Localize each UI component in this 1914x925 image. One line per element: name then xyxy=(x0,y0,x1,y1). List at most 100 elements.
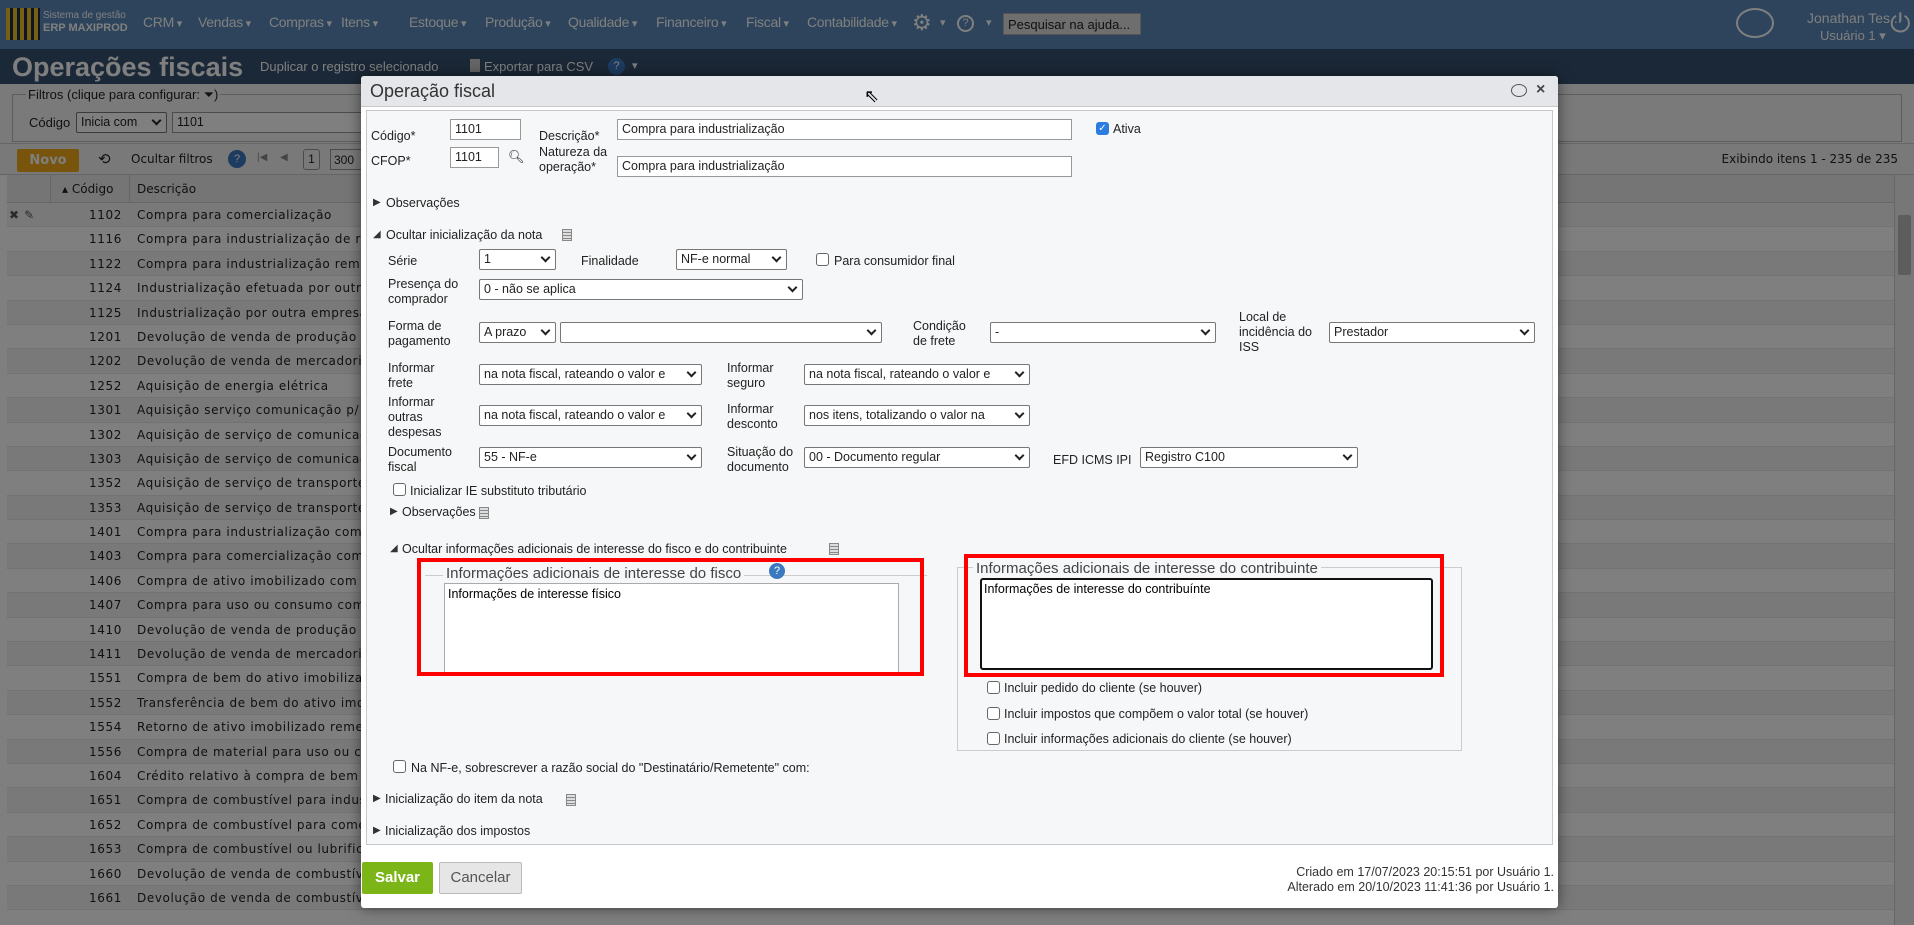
ie-st-label: Inicializar IE substituto tributário xyxy=(410,484,587,498)
dialog-titlebar[interactable]: Operação fiscal × xyxy=(361,76,1558,107)
operacao-fiscal-dialog: Operação fiscal × Código* 1101 Descrição… xyxy=(361,76,1558,908)
note-icon[interactable] xyxy=(479,507,489,519)
highlight-box xyxy=(964,554,1444,677)
condicao-frete-label: Condição de frete xyxy=(913,319,966,348)
chevron-down-icon xyxy=(1200,325,1211,336)
efd-label: EFD ICMS IPI xyxy=(1053,453,1132,467)
chevron-down-icon xyxy=(540,252,551,263)
audit-info: Criado em 17/07/2023 20:15:51 por Usuári… xyxy=(1287,865,1554,895)
condicao-pagamento-select[interactable] xyxy=(560,322,882,343)
documento-fiscal-value: 55 - NF-e xyxy=(484,450,537,464)
chevron-down-icon xyxy=(540,325,551,336)
finalidade-label: Finalidade xyxy=(581,254,639,268)
local-iss-label: Local de incidência do ISS xyxy=(1239,310,1312,354)
situacao-label: Situação do documento xyxy=(727,445,794,474)
situacao-value: 00 - Documento regular xyxy=(809,450,941,464)
dialog-title: Operação fiscal xyxy=(370,81,496,101)
seguro-select[interactable]: na nota fiscal, rateando o valor e xyxy=(804,364,1030,385)
expand-icon[interactable]: ▶ xyxy=(373,197,381,208)
presenca-select[interactable]: 0 - não se aplica xyxy=(479,279,803,300)
search-icon[interactable]: 🔍︎ xyxy=(508,149,525,165)
codigo-input[interactable]: 1101 xyxy=(450,119,521,140)
save-button[interactable]: Salvar xyxy=(362,862,433,894)
desconto-label: Informar desconto xyxy=(727,402,778,431)
init-item-toggle[interactable]: Inicialização do item da nota xyxy=(385,792,543,807)
descricao-input[interactable]: Compra para industrialização xyxy=(617,119,1072,140)
condicao-frete-select[interactable]: - xyxy=(990,322,1216,343)
ocultar-inicializacao-toggle[interactable]: Ocultar inicialização da nota xyxy=(386,228,542,243)
chevron-down-icon xyxy=(686,450,697,461)
natureza-input[interactable]: Compra para industrialização xyxy=(617,156,1072,177)
init-impostos-toggle[interactable]: Inicialização dos impostos xyxy=(385,824,530,839)
presenca-value: 0 - não se aplica xyxy=(484,282,576,296)
collapse-icon[interactable]: ◢ xyxy=(373,229,381,240)
finalidade-value: NF-e normal xyxy=(681,252,751,266)
note-icon[interactable] xyxy=(566,794,576,806)
frete-select[interactable]: na nota fiscal, rateando o valor e xyxy=(479,364,702,385)
razao-social-label: Na NF-e, sobrescrever a razão social do … xyxy=(411,761,810,775)
consumidor-final-checkbox[interactable] xyxy=(816,253,829,266)
presenca-label: Presença do comprador xyxy=(388,277,459,306)
desconto-select[interactable]: nos itens, totalizando o valor na xyxy=(804,405,1030,426)
expand-icon[interactable]: ▶ xyxy=(373,825,381,836)
incluir-info-cliente-label: Incluir informações adicionais do client… xyxy=(1004,732,1292,746)
frete-label: Informar frete xyxy=(388,361,435,390)
natureza-label: Natureza da operação* xyxy=(539,145,608,174)
outras-despesas-value: na nota fiscal, rateando o valor e xyxy=(484,408,666,422)
razao-social-checkbox[interactable] xyxy=(393,760,406,773)
incluir-impostos-checkbox[interactable] xyxy=(987,707,1000,720)
incluir-pedido-checkbox[interactable] xyxy=(987,681,1000,694)
chevron-down-icon xyxy=(686,408,697,419)
chevron-down-icon xyxy=(686,367,697,378)
ativa-label: Ativa xyxy=(1113,122,1141,136)
comment-icon[interactable] xyxy=(1511,84,1527,97)
cfop-label: CFOP* xyxy=(371,154,411,168)
chevron-down-icon xyxy=(1014,367,1025,378)
forma-pagamento-label: Forma de pagamento xyxy=(388,319,451,348)
consumidor-final-label: Para consumidor final xyxy=(834,254,955,268)
chevron-down-icon xyxy=(771,252,782,263)
expand-icon[interactable]: ▶ xyxy=(390,506,398,517)
created-info: Criado em 17/07/2023 20:15:51 por Usuári… xyxy=(1296,865,1554,879)
highlight-box xyxy=(417,558,924,676)
finalidade-select[interactable]: NF-e normal xyxy=(676,249,787,270)
observacoes-nota-toggle[interactable]: Observações xyxy=(402,505,476,520)
serie-value: 1 xyxy=(484,252,491,266)
local-iss-select[interactable]: Prestador xyxy=(1329,322,1535,343)
condicao-frete-value: - xyxy=(995,325,1000,339)
chevron-down-icon xyxy=(1519,325,1530,336)
incluir-info-cliente-checkbox[interactable] xyxy=(987,732,1000,745)
codigo-label: Código* xyxy=(371,129,416,143)
local-iss-value: Prestador xyxy=(1334,325,1389,339)
serie-select[interactable]: 1 xyxy=(479,249,556,270)
situacao-select[interactable]: 00 - Documento regular xyxy=(804,447,1030,468)
efd-value: Registro C100 xyxy=(1145,450,1225,464)
descricao-label: Descrição* xyxy=(539,129,600,143)
chevron-down-icon xyxy=(866,325,877,336)
expand-icon[interactable]: ▶ xyxy=(373,793,381,804)
note-icon[interactable] xyxy=(829,543,839,555)
incluir-impostos-label: Incluir impostos que compõem o valor tot… xyxy=(1004,707,1309,721)
documento-fiscal-select[interactable]: 55 - NF-e xyxy=(479,447,702,468)
documento-fiscal-label: Documento fiscal xyxy=(388,445,452,474)
collapse-icon[interactable]: ◢ xyxy=(390,543,398,554)
serie-label: Série xyxy=(388,254,418,268)
form-panel: Código* 1101 Descrição* Compra para indu… xyxy=(366,110,1553,845)
ocultar-info-adicionais-toggle[interactable]: Ocultar informações adicionais de intere… xyxy=(402,542,787,557)
chevron-down-icon xyxy=(1014,450,1025,461)
forma-pagamento-select[interactable]: A prazo xyxy=(479,322,556,343)
chevron-down-icon xyxy=(787,282,798,293)
efd-select[interactable]: Registro C100 xyxy=(1140,447,1358,468)
desconto-value: nos itens, totalizando o valor na xyxy=(809,408,985,422)
close-icon[interactable]: × xyxy=(1536,81,1545,99)
outras-despesas-label: Informar outras despesas xyxy=(388,395,442,439)
ativa-checkbox[interactable]: ✓ xyxy=(1096,122,1109,135)
chevron-down-icon xyxy=(1342,450,1353,461)
cancel-button[interactable]: Cancelar xyxy=(439,862,522,894)
updated-info: Alterado em 20/10/2023 11:41:36 por Usuá… xyxy=(1287,880,1554,894)
outras-despesas-select[interactable]: na nota fiscal, rateando o valor e xyxy=(479,405,702,426)
cfop-input[interactable]: 1101 xyxy=(450,147,499,168)
note-icon[interactable] xyxy=(562,229,572,241)
observacoes-toggle[interactable]: Observações xyxy=(386,196,460,211)
ie-st-checkbox[interactable] xyxy=(393,483,406,496)
